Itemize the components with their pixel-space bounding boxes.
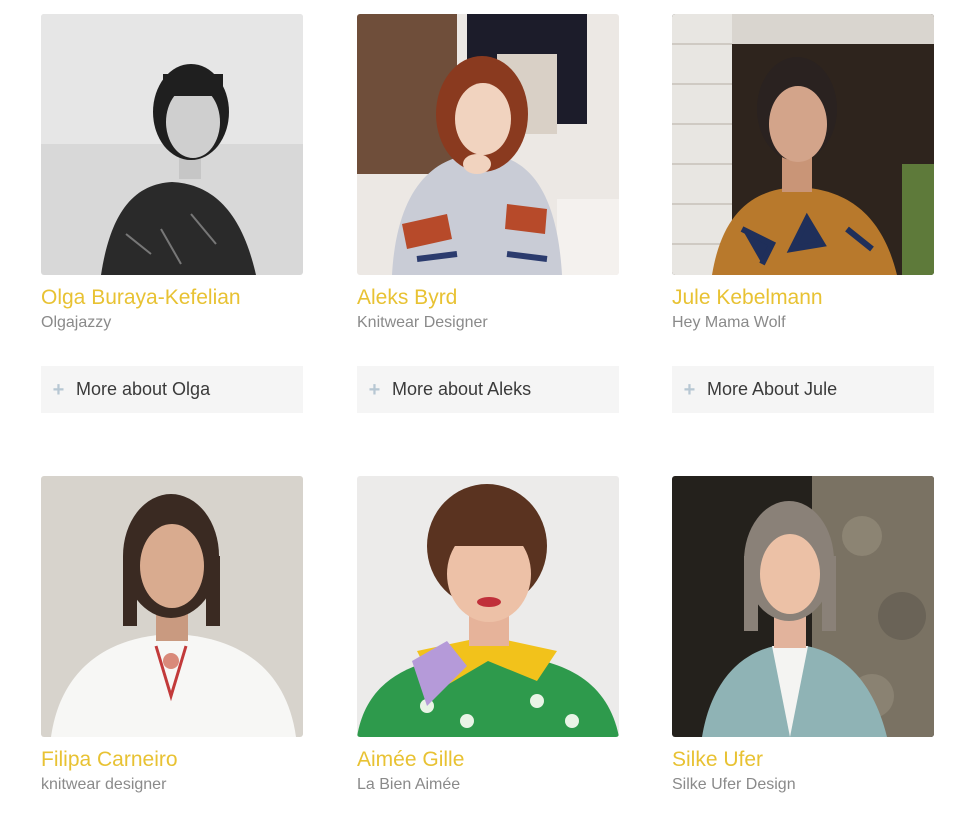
- plus-icon: +: [683, 378, 696, 401]
- more-about-button[interactable]: + More about Olga: [41, 366, 303, 413]
- designer-subtitle: knitwear designer: [41, 776, 167, 793]
- designer-photo: [357, 14, 619, 275]
- designer-card: Silke Ufer Silke Ufer Design: [672, 476, 934, 795]
- designer-card: Filipa Carneiro knitwear designer: [41, 476, 303, 795]
- designer-subtitle: Knitwear Designer: [357, 314, 488, 331]
- designer-card: Jule Kebelmann Hey Mama Wolf + More Abou…: [672, 14, 934, 413]
- designer-card: Aleks Byrd Knitwear Designer + More abou…: [357, 14, 619, 413]
- more-about-button[interactable]: + More about Aleks: [357, 366, 619, 413]
- more-about-label: More about Aleks: [392, 379, 532, 399]
- designer-photo: [41, 14, 303, 275]
- designer-name[interactable]: Olga Buraya-Kefelian: [41, 285, 303, 311]
- designer-name[interactable]: Jule Kebelmann: [672, 285, 934, 311]
- plus-icon: +: [52, 378, 65, 401]
- designer-photo: [672, 14, 934, 275]
- designer-name[interactable]: Aleks Byrd: [357, 285, 619, 311]
- designer-subtitle: Silke Ufer Design: [672, 776, 796, 793]
- designer-card: Aimée Gille La Bien Aimée: [357, 476, 619, 795]
- designer-photo: [357, 476, 619, 737]
- designer-photo: [672, 476, 934, 737]
- designer-subtitle: Hey Mama Wolf: [672, 314, 786, 331]
- designer-name[interactable]: Aimée Gille: [357, 747, 619, 773]
- designer-name[interactable]: Silke Ufer: [672, 747, 934, 773]
- designer-name[interactable]: Filipa Carneiro: [41, 747, 303, 773]
- designer-subtitle: Olgajazzy: [41, 314, 112, 331]
- more-about-button[interactable]: + More About Jule: [672, 366, 934, 413]
- designer-card: Olga Buraya-Kefelian Olgajazzy + More ab…: [41, 14, 303, 413]
- more-about-label: More about Olga: [76, 379, 211, 399]
- plus-icon: +: [368, 378, 381, 401]
- designer-photo: [41, 476, 303, 737]
- more-about-label: More About Jule: [707, 379, 838, 399]
- designer-subtitle: La Bien Aimée: [357, 776, 461, 793]
